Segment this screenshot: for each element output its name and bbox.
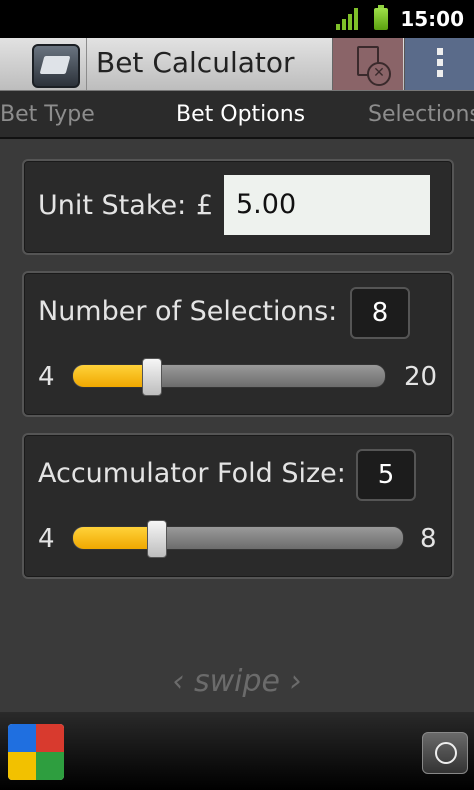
tab-selections[interactable]: Selections xyxy=(368,102,474,127)
close-icon: ✕ xyxy=(367,62,391,86)
selections-value: 8 xyxy=(350,287,410,339)
selections-slider-fill xyxy=(73,365,151,387)
fold-size-slider[interactable] xyxy=(72,520,404,558)
unit-stake-input[interactable]: 5.00 xyxy=(224,175,430,235)
overflow-menu-icon xyxy=(437,48,443,81)
fold-size-slider-fill xyxy=(73,527,156,549)
selections-slider[interactable] xyxy=(72,358,386,396)
tab-bet-type[interactable]: Bet Type xyxy=(0,102,95,127)
tab-bet-options[interactable]: Bet Options xyxy=(176,102,305,127)
app-logo-icon[interactable] xyxy=(32,44,80,88)
battery-icon xyxy=(374,5,388,30)
globe-icon[interactable] xyxy=(422,732,468,774)
clear-selections-button[interactable]: ✕ xyxy=(332,38,403,90)
selections-min: 4 xyxy=(38,362,55,392)
google-search-icon[interactable] xyxy=(8,724,64,780)
bottom-bar xyxy=(0,712,474,790)
title-divider xyxy=(86,38,87,90)
swipe-hint: ‹ swipe › xyxy=(172,664,302,699)
status-bar: 15:00 xyxy=(0,0,474,38)
fold-size-max: 8 xyxy=(420,524,437,554)
currency-symbol: £ xyxy=(196,190,214,221)
app-title: Bet Calculator xyxy=(96,46,295,79)
selections-label: Number of Selections: xyxy=(38,296,338,327)
fold-size-label: Accumulator Fold Size: xyxy=(38,458,346,489)
signal-icon xyxy=(336,8,362,30)
overflow-menu-button[interactable] xyxy=(404,38,474,90)
fold-size-min: 4 xyxy=(38,524,55,554)
fold-size-value: 5 xyxy=(356,449,416,501)
status-time: 15:00 xyxy=(400,7,464,31)
fold-size-slider-thumb[interactable] xyxy=(147,520,167,558)
selections-max: 20 xyxy=(404,362,438,392)
selections-slider-thumb[interactable] xyxy=(142,358,162,396)
unit-stake-label: Unit Stake: xyxy=(38,190,187,221)
